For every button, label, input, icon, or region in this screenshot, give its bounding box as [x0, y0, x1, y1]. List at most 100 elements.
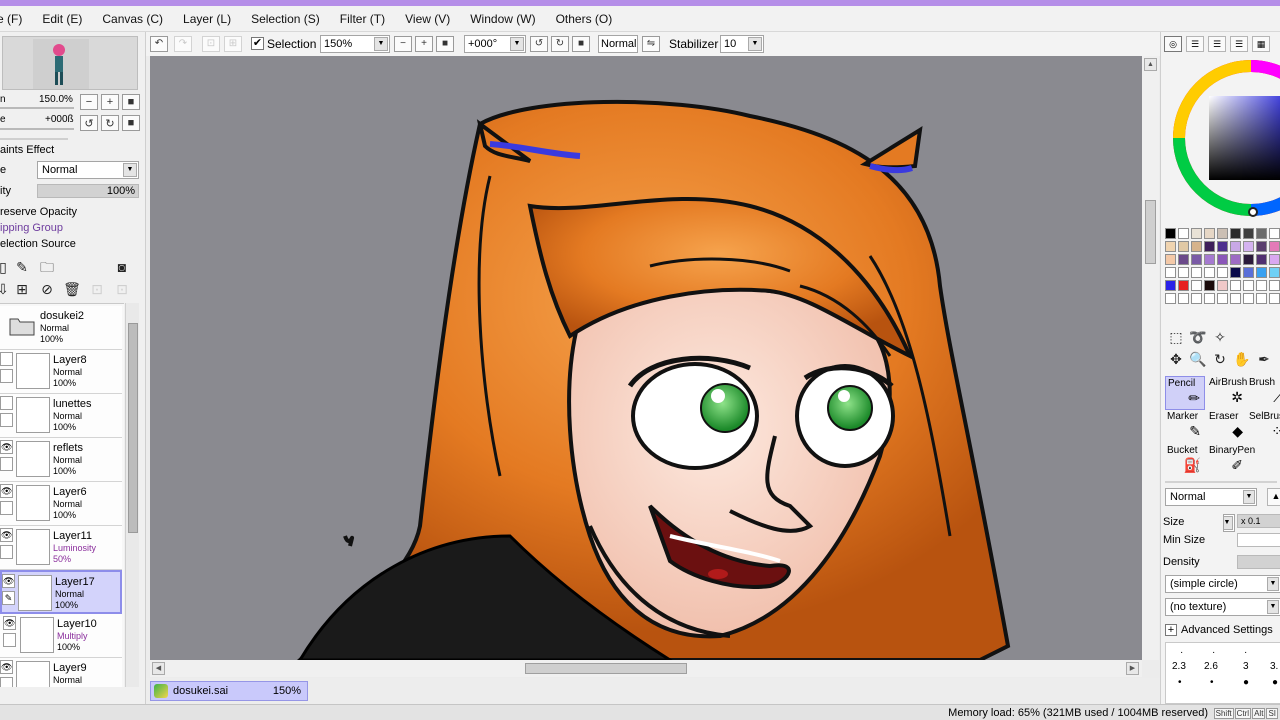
zoom-fit-button[interactable]: ■	[436, 36, 454, 52]
zoom-slider[interactable]	[0, 107, 74, 109]
color-swatch[interactable]	[1178, 241, 1189, 252]
eye-icon[interactable]: 👁	[2, 574, 15, 588]
merge-visible-icon[interactable]: ⊡	[88, 280, 106, 298]
menu-filter[interactable]: Filter (T)	[330, 12, 395, 26]
color-swatch[interactable]	[1230, 241, 1241, 252]
tool-selbrush[interactable]: SelBrush ⁘	[1247, 410, 1280, 444]
layer-list-scrollbar[interactable]	[125, 303, 139, 687]
color-swatch[interactable]	[1178, 293, 1189, 304]
brush-icon[interactable]: ✎	[2, 591, 15, 605]
layer-item-dosukei2[interactable]: dosukei2 Normal 100%	[0, 306, 122, 350]
lock-toggle[interactable]	[0, 369, 13, 383]
color-swatch[interactable]	[1191, 267, 1202, 278]
preserve-opacity-checkbox[interactable]: reserve Opacity	[0, 206, 77, 218]
eye-icon[interactable]: 👁	[0, 660, 13, 674]
color-swatch[interactable]	[1230, 254, 1241, 265]
clipping-group-checkbox[interactable]: ipping Group	[0, 222, 63, 234]
color-swatch[interactable]	[1243, 228, 1254, 239]
menu-selection[interactable]: Selection (S)	[241, 12, 330, 26]
selection-source-checkbox[interactable]: election Source	[0, 238, 76, 250]
redo-button[interactable]: ↷	[174, 36, 192, 52]
color-swatch[interactable]	[1230, 228, 1241, 239]
color-swatch[interactable]	[1243, 254, 1254, 265]
rotate-left-button[interactable]: ↺	[80, 115, 98, 131]
color-swatch[interactable]	[1230, 267, 1241, 278]
color-swatch[interactable]	[1269, 267, 1280, 278]
magic-wand-icon[interactable]: ✧	[1211, 328, 1229, 346]
lock-toggle[interactable]	[3, 633, 16, 647]
color-swatch[interactable]	[1269, 254, 1280, 265]
lock-toggle[interactable]	[0, 413, 13, 427]
lock-toggle[interactable]	[0, 501, 13, 515]
stabilizer-select[interactable]: 10 ▼	[720, 35, 764, 53]
color-swatch[interactable]	[1243, 293, 1254, 304]
tool-binarypen[interactable]: BinaryPen ✐	[1207, 444, 1255, 478]
lock-toggle[interactable]	[0, 677, 13, 687]
color-swatch[interactable]	[1256, 228, 1267, 239]
tool-airbrush[interactable]: AirBrush ✲	[1207, 376, 1247, 410]
transfer-down-icon[interactable]: ⇩	[0, 280, 12, 298]
hand-icon[interactable]: ✋	[1233, 350, 1251, 368]
brush-texture-select[interactable]: (no texture) ▼	[1165, 598, 1280, 616]
color-swatch[interactable]	[1204, 267, 1215, 278]
hsv-slider-icon[interactable]: ☰	[1208, 36, 1226, 52]
merge-down-icon[interactable]: ⊞	[13, 280, 31, 298]
color-swatch[interactable]	[1191, 241, 1202, 252]
zoom-minus-button[interactable]: −	[394, 36, 412, 52]
color-wheel[interactable]	[1171, 58, 1280, 218]
canvas-vertical-thumb[interactable]	[1145, 200, 1156, 264]
scroll-right-arrow[interactable]: ▶	[1126, 662, 1139, 675]
color-swatch[interactable]	[1191, 293, 1202, 304]
color-swatch[interactable]	[1204, 228, 1215, 239]
zoom-icon[interactable]: 🔍	[1189, 350, 1207, 368]
rotate-right-button[interactable]: ↻	[101, 115, 119, 131]
color-swatch[interactable]	[1230, 280, 1241, 291]
invert-selection-button[interactable]: ⊞	[224, 36, 242, 52]
brush-size-presets[interactable]: · · · 2.3 2.6 3 3. • • ● ●	[1165, 642, 1280, 704]
flip-view-button[interactable]: ⇋	[642, 36, 660, 52]
new-folder-icon[interactable]: 🗀	[38, 258, 56, 276]
zoom-plus-button[interactable]: +	[415, 36, 433, 52]
new-linework-icon[interactable]: ✎	[13, 258, 31, 276]
color-swatch[interactable]	[1191, 254, 1202, 265]
canvas-horizontal-scrollbar[interactable]: ◀ ▶	[150, 660, 1142, 677]
menu-layer[interactable]: Layer (L)	[173, 12, 241, 26]
color-swatch[interactable]	[1243, 280, 1254, 291]
rotate-icon[interactable]: ↻	[1211, 350, 1229, 368]
color-swatch[interactable]	[1178, 254, 1189, 265]
swatches-icon[interactable]: ▦	[1252, 36, 1270, 52]
rotate-reset-button[interactable]: ■	[572, 36, 590, 52]
rotation-select[interactable]: +000° ▼	[464, 35, 526, 53]
menu-others[interactable]: Others (O)	[546, 12, 623, 26]
color-swatch[interactable]	[1204, 280, 1215, 291]
brush-blend-select[interactable]: Normal ▼	[1165, 488, 1257, 506]
brush-shape-select[interactable]: (simple circle) ▼	[1165, 575, 1280, 593]
color-swatch[interactable]	[1178, 267, 1189, 278]
deselect-button[interactable]: ⊡	[202, 36, 220, 52]
color-swatch[interactable]	[1204, 293, 1215, 304]
color-swatch[interactable]	[1243, 267, 1254, 278]
tool-marker[interactable]: Marker ✎	[1165, 410, 1205, 444]
opacity-slider[interactable]: 100%	[37, 184, 139, 198]
layer-item-reflets[interactable]: 👁 reflets Normal 100%	[0, 438, 122, 482]
rotation-slider[interactable]	[0, 128, 74, 130]
rotate-cw-button[interactable]: ↻	[551, 36, 569, 52]
color-swatch[interactable]	[1230, 293, 1241, 304]
layer-item-layer10[interactable]: 👁 Layer10 Multiply 100%	[0, 614, 122, 658]
move-icon[interactable]: ✥	[1167, 350, 1185, 368]
zoom-select[interactable]: 150% ▼	[320, 35, 390, 53]
lock-toggle[interactable]	[0, 545, 13, 559]
color-swatch[interactable]	[1256, 293, 1267, 304]
color-swatch[interactable]	[1165, 280, 1176, 291]
rgb-slider-icon[interactable]: ☰	[1186, 36, 1204, 52]
color-swatch[interactable]	[1269, 293, 1280, 304]
color-swatch[interactable]	[1256, 254, 1267, 265]
visibility-toggle[interactable]	[0, 352, 13, 366]
color-swatch[interactable]	[1217, 267, 1228, 278]
trash-icon[interactable]: 🗑	[63, 280, 81, 298]
layer-item-layer11[interactable]: 👁 Layer11 Luminosity 50%	[0, 526, 122, 570]
rotate-ccw-button[interactable]: ↺	[530, 36, 548, 52]
color-wheel-icon[interactable]: ◎	[1164, 36, 1182, 52]
color-swatch[interactable]	[1256, 241, 1267, 252]
color-swatch[interactable]	[1269, 241, 1280, 252]
